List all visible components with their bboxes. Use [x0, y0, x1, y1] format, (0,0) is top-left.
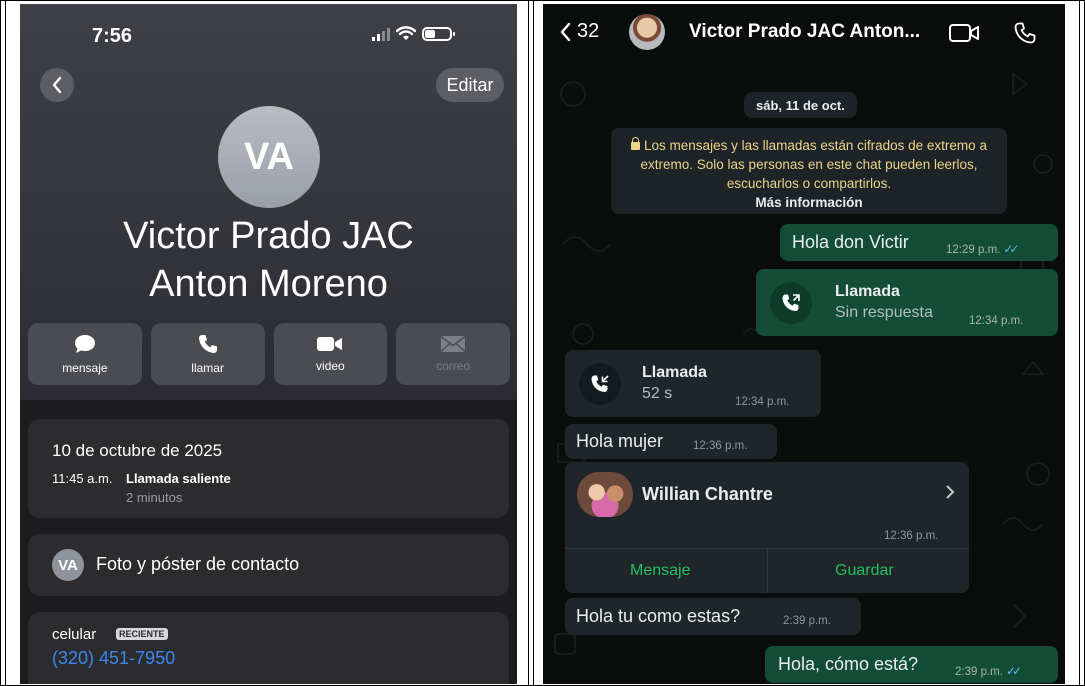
- message-text: Hola tu como estas?: [576, 606, 741, 626]
- date-separator: sáb, 11 de oct.: [744, 92, 857, 118]
- message-text: Hola don Victir: [792, 232, 909, 252]
- contact-name-line2: Anton Moreno: [149, 263, 388, 305]
- chevron-left-icon: [52, 76, 62, 94]
- message-time: 2:39 p.m.: [783, 615, 831, 627]
- shared-contact-name: Willian Chantre: [642, 484, 773, 504]
- signal-icon: [372, 27, 390, 41]
- phone-number-card: celular RECIENTE (320) 451-7950: [28, 612, 509, 684]
- encryption-text: Los mensajes y las llamadas están cifrad…: [640, 138, 987, 191]
- contact-name-line1: Victor Prado JAC: [123, 215, 414, 257]
- encryption-notice[interactable]: Los mensajes y las llamadas están cifrad…: [611, 128, 1007, 214]
- phone-number-link[interactable]: (320) 451-7950: [52, 648, 175, 669]
- mail-action-label: correo: [436, 359, 471, 373]
- outgoing-call-bubble[interactable]: Llamada Sin respuesta 12:34 p.m.: [756, 269, 1058, 336]
- call-duration: 52 s: [642, 385, 673, 402]
- contact-name: Victor Prado JAC Anton Moreno: [20, 212, 517, 308]
- recent-call-card: 10 de octubre de 2025 11:45 a.m. Llamada…: [28, 419, 509, 518]
- call-status: Sin respuesta: [835, 304, 933, 321]
- video-call-icon[interactable]: [948, 22, 980, 44]
- chevron-left-icon: [560, 22, 571, 41]
- video-action-label: video: [316, 359, 345, 373]
- frame-divider: [5, 0, 6, 686]
- unread-count: 32: [577, 20, 600, 42]
- incoming-message[interactable]: Hola mujer 12:36 p.m.: [565, 424, 777, 459]
- back-button[interactable]: [40, 68, 74, 102]
- save-contact-button[interactable]: Guardar: [835, 562, 894, 580]
- message-icon: [74, 335, 95, 353]
- recent-call-date: 10 de octubre de 2025: [52, 441, 223, 460]
- message-text: Hola, cómo está?: [778, 654, 919, 674]
- chat-contact-avatar[interactable]: [629, 14, 665, 50]
- contact-photo-avatar: VA: [52, 549, 84, 581]
- message-time: 12:36 p.m.: [693, 440, 748, 452]
- contact-actions: mensaje llamar video correo: [28, 323, 510, 385]
- message-time: 12:29 p.m. ✓✓: [946, 242, 1019, 256]
- contact-photo-poster-row[interactable]: VA Foto y póster de contacto: [28, 534, 509, 596]
- outgoing-call-icon-wrap: [770, 282, 812, 324]
- message-action-label: mensaje: [62, 361, 108, 375]
- recent-call-type: Llamada saliente: [126, 471, 231, 486]
- chat-title[interactable]: Victor Prado JAC Anton...: [689, 21, 920, 43]
- wifi-icon: [396, 26, 416, 40]
- call-time: 12:34 p.m.: [735, 396, 790, 408]
- message-time: 2:39 p.m. ✓✓: [955, 664, 1022, 678]
- outgoing-call-icon: [782, 294, 800, 311]
- chevron-right-icon[interactable]: [945, 482, 955, 505]
- recent-call-time: 11:45 a.m.: [52, 471, 113, 486]
- chat-back-button[interactable]: 32: [559, 20, 599, 43]
- read-ticks-icon: ✓✓: [1003, 242, 1019, 256]
- incoming-call-bubble[interactable]: Llamada 52 s 12:34 p.m.: [565, 350, 821, 417]
- frame-divider: [528, 0, 529, 686]
- mail-action-button[interactable]: correo: [396, 323, 510, 385]
- chat-header: 32 Victor Prado JAC Anton...: [543, 4, 1065, 66]
- message-time-text: 2:39 p.m.: [955, 666, 1003, 678]
- voice-call-icon[interactable]: [1013, 21, 1037, 45]
- status-icons: [372, 26, 455, 42]
- frame-divider: [533, 0, 534, 686]
- call-time: 12:34 p.m.: [969, 315, 1024, 327]
- video-action-button[interactable]: video: [273, 323, 388, 385]
- call-title: Llamada: [642, 364, 707, 381]
- message-action-button[interactable]: mensaje: [28, 323, 142, 385]
- chat-screen: 32 Victor Prado JAC Anton... sáb, 11 de …: [543, 4, 1065, 684]
- message-text: Hola mujer: [576, 431, 664, 451]
- contact-avatar: VA: [218, 106, 320, 208]
- call-action-label: llamar: [191, 361, 224, 375]
- incoming-message[interactable]: Hola tu como estas? 2:39 p.m.: [565, 598, 861, 635]
- outgoing-message[interactable]: Hola don Victir 12:29 p.m. ✓✓: [780, 224, 1058, 261]
- recent-call-duration: 2 minutos: [126, 490, 183, 505]
- edit-button[interactable]: Editar: [436, 68, 504, 102]
- read-ticks-icon: ✓✓: [1005, 664, 1022, 678]
- phone-label: celular: [52, 626, 97, 643]
- mail-icon: [441, 336, 466, 352]
- incoming-call-icon-wrap: [579, 363, 621, 405]
- shared-contact-card[interactable]: Willian Chantre 12:36 p.m. Mensaje Guard…: [565, 462, 969, 593]
- divider: [767, 548, 768, 593]
- shared-contact-avatar: [577, 472, 633, 517]
- message-contact-button[interactable]: Mensaje: [630, 562, 690, 580]
- battery-icon: [422, 27, 455, 41]
- phone-icon: [198, 335, 217, 353]
- call-title: Llamada: [835, 283, 900, 300]
- contact-screen: 7:56 Editar VA Victor Prado JAC Anton Mo…: [20, 4, 517, 684]
- call-action-button[interactable]: llamar: [150, 323, 265, 385]
- message-time: 12:36 p.m.: [884, 530, 939, 542]
- outgoing-message[interactable]: Hola, cómo está? 2:39 p.m. ✓✓: [765, 646, 1058, 683]
- message-time-text: 12:29 p.m.: [946, 244, 1001, 256]
- contact-photo-label: Foto y póster de contacto: [96, 554, 300, 574]
- recent-badge: RECIENTE: [116, 628, 168, 640]
- frame-divider: [1079, 0, 1080, 686]
- status-time: 7:56: [92, 25, 133, 47]
- more-info-link[interactable]: Más información: [611, 193, 1007, 212]
- incoming-call-icon: [591, 375, 609, 392]
- lock-icon: [631, 137, 641, 150]
- video-icon: [317, 337, 343, 351]
